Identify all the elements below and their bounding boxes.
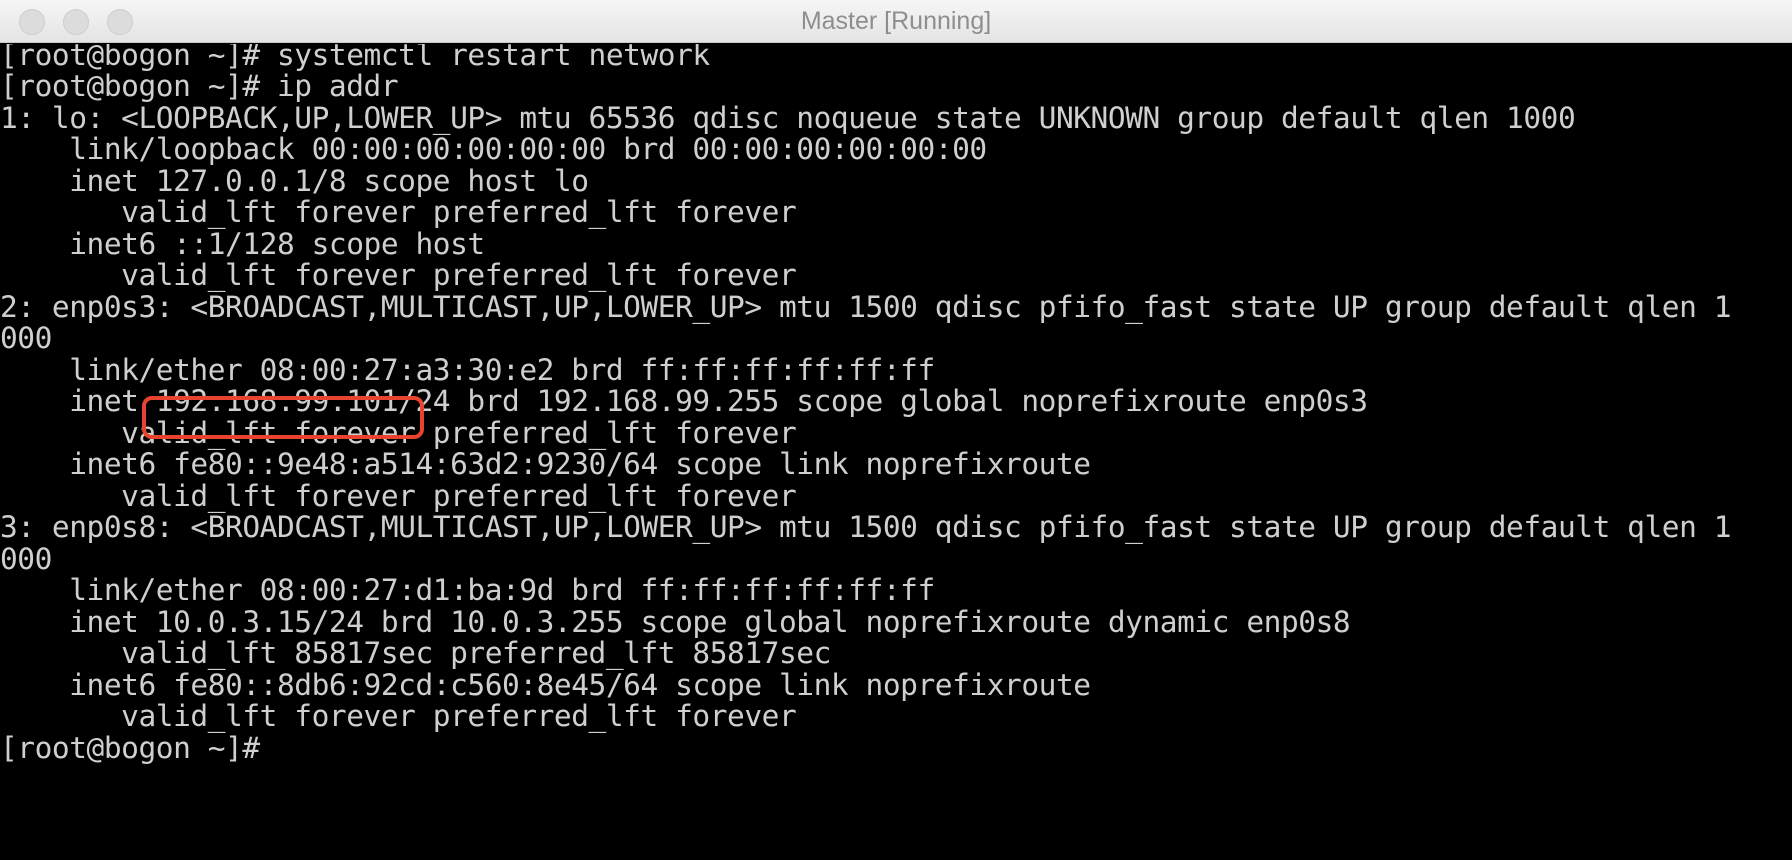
terminal-line-enp0s3-inet6: inet6 fe80::9e48:a514:63d2:9230/64 scope… — [0, 447, 1091, 481]
terminal-line-lo-inet-lft: valid_lft forever preferred_lft forever — [0, 195, 797, 229]
window-title: Master [Running] — [800, 7, 992, 35]
terminal-line-enp0s3-header-wrap: 000 — [0, 321, 52, 355]
terminal-line-enp0s8-inet6-lft: valid_lft forever preferred_lft forever — [0, 699, 797, 733]
terminal-screen[interactable]: [root@bogon ~]# systemctl restart networ… — [0, 44, 1792, 860]
terminal-line-enp0s8-header: 3: enp0s8: <BROADCAST,MULTICAST,UP,LOWER… — [0, 510, 1732, 544]
terminal-line-enp0s8-link: link/ether 08:00:27:d1:ba:9d brd ff:ff:f… — [0, 573, 935, 607]
terminal-line-enp0s8-inet-lft: valid_lft 85817sec preferred_lft 85817se… — [0, 636, 831, 670]
terminal-line-enp0s3-header: 2: enp0s3: <BROADCAST,MULTICAST,UP,LOWER… — [0, 290, 1732, 324]
ip-address-highlight — [142, 396, 424, 439]
terminal-line-command-ip-addr: [root@bogon ~]# ip addr — [0, 69, 399, 103]
terminal-line-lo-inet6-lft: valid_lft forever preferred_lft forever — [0, 258, 797, 292]
terminal-line-lo-link: link/loopback 00:00:00:00:00:00 brd 00:0… — [0, 132, 987, 166]
terminal-line-prompt: [root@bogon ~]# — [0, 731, 260, 765]
vm-window: Master [Running] [root@bogon ~]# systemc… — [0, 0, 1792, 860]
title-bar[interactable]: Master [Running] — [0, 0, 1792, 43]
